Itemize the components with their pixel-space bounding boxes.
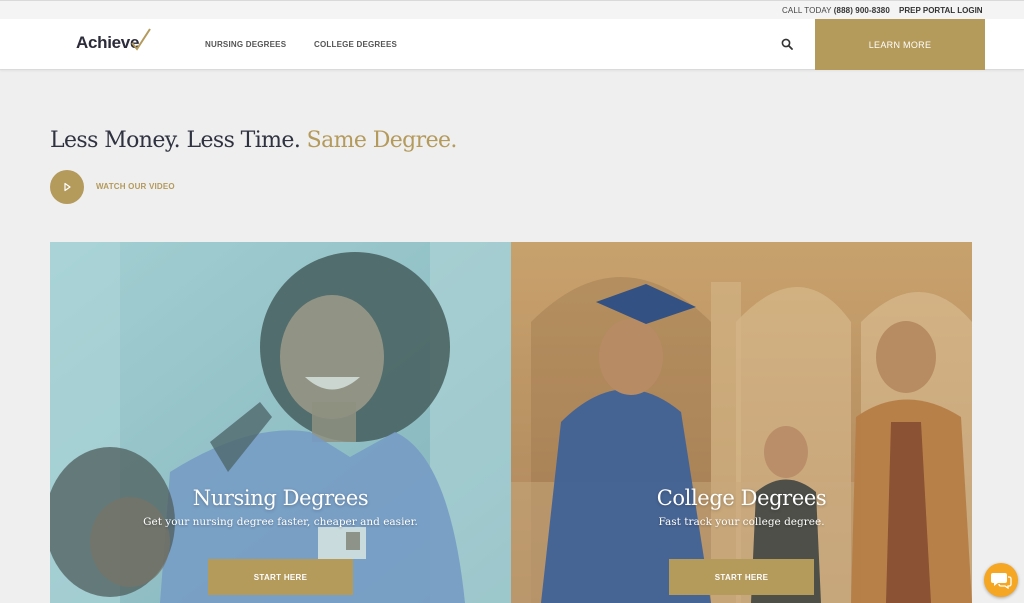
prep-portal-login-link[interactable]: PREP PORTAL LOGIN [899, 6, 983, 15]
chat-bubbles-icon [991, 573, 1012, 590]
play-icon [64, 182, 71, 192]
hero-headline: Less Money. Less Time. Same Degree. [50, 128, 457, 153]
college-degrees-card[interactable]: College Degrees Fast track your college … [511, 242, 972, 603]
search-icon[interactable] [781, 38, 793, 50]
learn-more-button[interactable]: LEARN MORE [815, 19, 985, 70]
card-title-nursing: Nursing Degrees [192, 486, 369, 510]
start-here-nursing-button[interactable]: START HERE [208, 559, 353, 595]
headline-part-2: Same Degree. [306, 128, 458, 153]
nursing-photo [50, 242, 511, 603]
card-title-college: College Degrees [656, 486, 827, 510]
start-here-college-button[interactable]: START HERE [669, 559, 814, 595]
call-today-text: CALL TODAY (888) 900-8380 [782, 6, 890, 15]
graduation-photo [511, 242, 972, 603]
play-video-button[interactable] [50, 170, 84, 204]
main-navigation: Achieve NURSING DEGREES COLLEGE DEGREES … [0, 19, 1024, 70]
nav-college-degrees[interactable]: COLLEGE DEGREES [314, 40, 397, 49]
phone-number[interactable]: (888) 900-8380 [834, 6, 890, 15]
card-subtitle-college: Fast track your college degree. [658, 516, 825, 528]
nursing-degrees-card[interactable]: Nursing Degrees Get your nursing degree … [50, 242, 511, 603]
nav-nursing-degrees[interactable]: NURSING DEGREES [205, 40, 286, 49]
card-subtitle-nursing: Get your nursing degree faster, cheaper … [143, 516, 418, 528]
top-utility-bar: CALL TODAY (888) 900-8380 PREP PORTAL LO… [0, 0, 1024, 19]
watch-video-link[interactable]: WATCH OUR VIDEO [96, 182, 175, 191]
headline-part-1: Less Money. Less Time. [50, 128, 301, 153]
logo-checkmark-icon [131, 28, 151, 51]
chat-widget-button[interactable] [984, 563, 1018, 597]
call-prefix: CALL TODAY [782, 6, 832, 15]
